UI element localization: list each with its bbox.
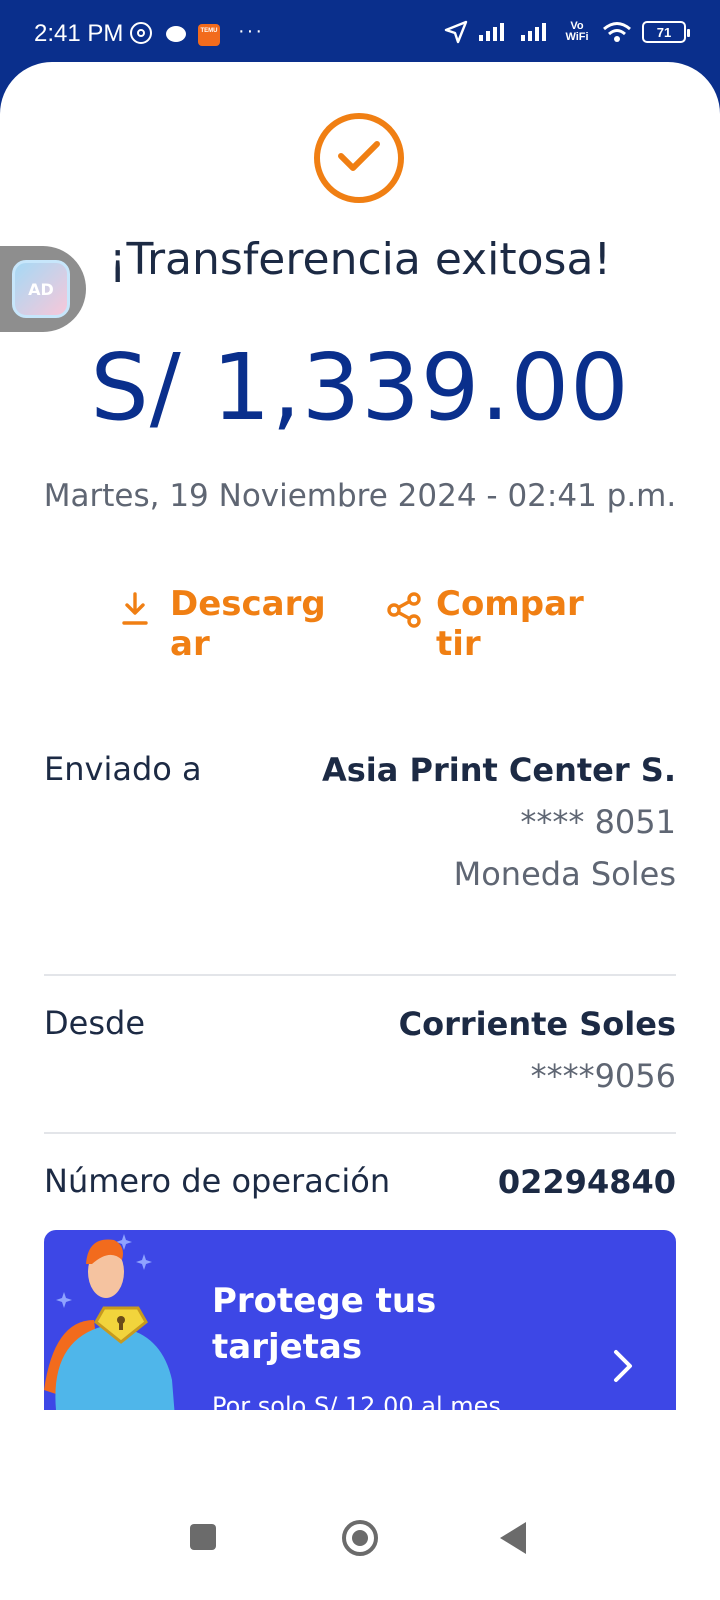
superhero-illustration: [44, 1234, 175, 1410]
recipient-currency: Moneda Soles: [453, 855, 676, 893]
operation-label: Número de operación: [44, 1162, 391, 1200]
recents-button[interactable]: [190, 1524, 216, 1550]
page-title: ¡Transferencia exitosa!: [108, 234, 612, 285]
at-sign-icon: [130, 22, 152, 44]
download-icon: [120, 592, 158, 632]
back-button[interactable]: [500, 1522, 526, 1554]
battery-icon: 71: [642, 21, 690, 43]
chevron-right-icon: [614, 1350, 632, 1382]
detail-row-from: Desde Corriente Soles ****9056: [44, 976, 676, 1134]
signal-icon-2: [520, 21, 552, 43]
status-icons: Vo WiFi 71: [444, 20, 690, 44]
detail-row-operation: Número de operación 02294840: [44, 1134, 676, 1240]
temu-app-icon: TEMU: [198, 24, 220, 46]
recipient-account: **** 8051: [520, 803, 676, 841]
transfer-datetime: Martes, 19 Noviembre 2024 - 02:41 p.m.: [43, 478, 677, 514]
location-arrow-icon: [444, 20, 468, 44]
wifi-icon: [602, 21, 632, 43]
status-time: 2:41 PM: [34, 20, 124, 47]
receipt-actions: Descargar Compartir: [0, 584, 720, 656]
home-button[interactable]: [342, 1520, 378, 1556]
transfer-amount: S/ 1,339.00: [90, 334, 630, 441]
download-label: Descargar: [170, 584, 326, 656]
sent-to-label: Enviado a: [44, 750, 202, 788]
system-nav-bar: [0, 1474, 720, 1600]
share-button[interactable]: Compartir: [386, 584, 596, 656]
success-check-icon: [314, 113, 404, 203]
chat-bubble-icon: [166, 26, 186, 42]
signal-icon: [478, 21, 510, 43]
transfer-details: Enviado a Asia Print Center S. **** 8051…: [44, 722, 676, 1240]
vowifi-label: Vo WiFi: [565, 20, 589, 43]
download-button[interactable]: Descargar: [120, 584, 330, 656]
share-icon: [386, 592, 424, 632]
source-account-number: ****9056: [530, 1057, 676, 1095]
promo-subtitle: Por solo S/ 12.00 al mes: [212, 1392, 501, 1410]
from-label: Desde: [44, 1004, 145, 1042]
more-notifications-icon: ···: [238, 20, 264, 42]
share-label: Compartir: [436, 584, 584, 656]
promo-banner[interactable]: Protege tus tarjetas Por solo S/ 12.00 a…: [44, 1230, 676, 1410]
detail-row-sent-to: Enviado a Asia Print Center S. **** 8051…: [44, 722, 676, 976]
promo-title: Protege tus tarjetas: [212, 1281, 437, 1367]
